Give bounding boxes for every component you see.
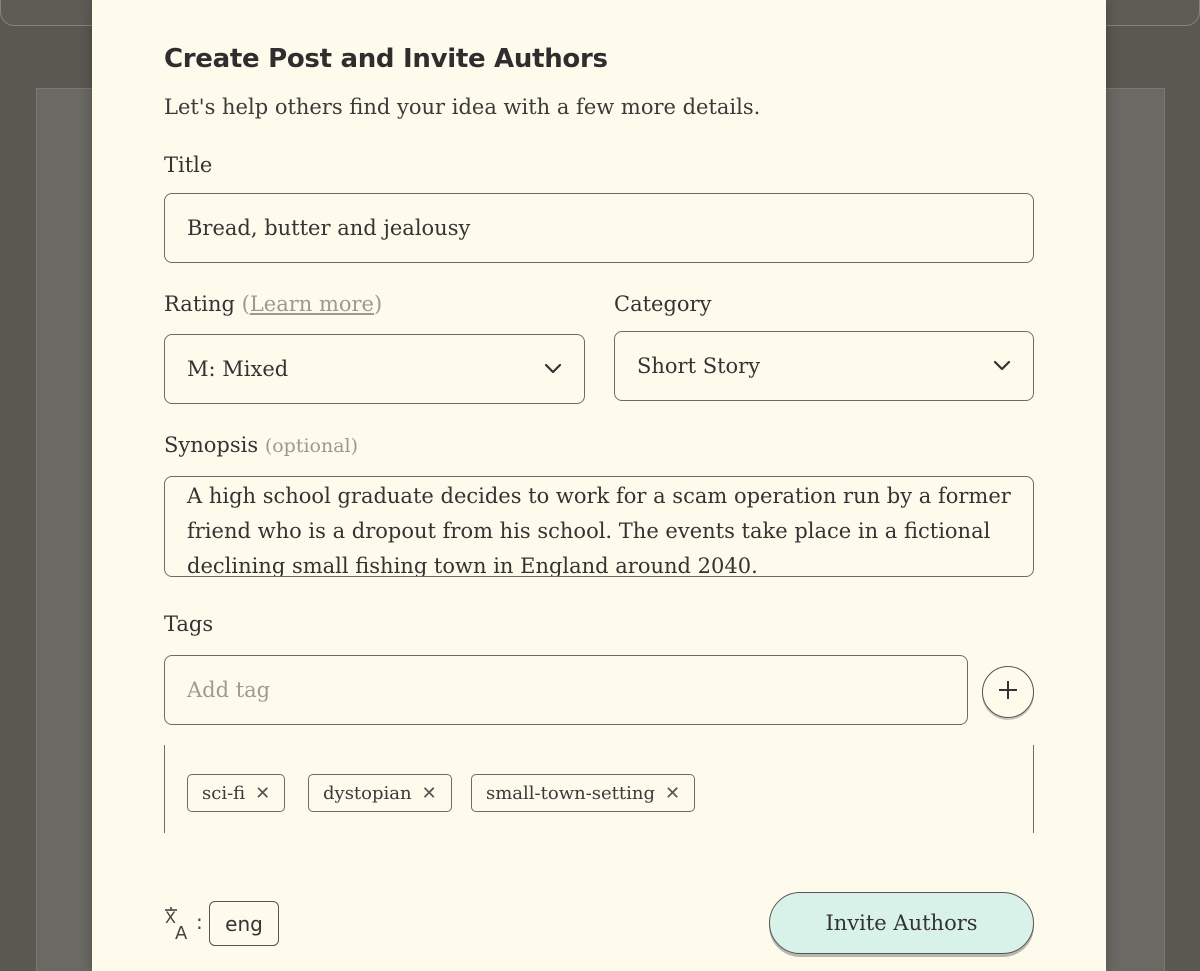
synopsis-label-text: Synopsis xyxy=(164,433,259,457)
rating-learn-more-close: ) xyxy=(373,292,383,316)
svg-text:A: A xyxy=(175,923,188,941)
category-label: Category xyxy=(614,292,712,316)
rating-label-text: Rating xyxy=(164,292,235,316)
chevron-down-icon xyxy=(993,360,1011,372)
synopsis-textarea[interactable]: A high school graduate decides to work f… xyxy=(164,476,1034,577)
language-selector[interactable]: eng xyxy=(209,901,279,946)
rating-value: M: Mixed xyxy=(187,357,289,381)
tag-chip-label: sci-fi xyxy=(202,782,246,804)
close-icon[interactable]: ✕ xyxy=(255,783,270,804)
title-label: Title xyxy=(164,153,213,177)
add-tag-button[interactable] xyxy=(982,666,1034,718)
tag-chip-label: dystopian xyxy=(323,782,412,804)
create-post-modal: Create Post and Invite Authors Let's hel… xyxy=(92,0,1106,971)
tag-input[interactable] xyxy=(165,656,967,724)
invite-authors-button[interactable]: Invite Authors xyxy=(769,892,1034,954)
tag-chip: dystopian ✕ xyxy=(308,774,452,812)
title-input[interactable] xyxy=(165,194,1033,262)
tag-list: sci-fi ✕ dystopian ✕ small-town-setting … xyxy=(164,745,1034,833)
learn-more-link[interactable]: Learn more xyxy=(250,292,374,316)
chevron-down-icon xyxy=(544,363,562,375)
category-value: Short Story xyxy=(637,354,761,378)
synopsis-label: Synopsis (optional) xyxy=(164,433,358,457)
modal-subheading: Let's help others find your idea with a … xyxy=(164,95,761,119)
rating-select[interactable]: M: Mixed xyxy=(164,334,585,404)
tags-label: Tags xyxy=(164,612,214,636)
language-separator: : xyxy=(196,910,203,934)
synopsis-optional: (optional) xyxy=(264,435,359,457)
close-icon[interactable]: ✕ xyxy=(422,783,437,804)
rating-label: Rating (Learn more) xyxy=(164,292,382,316)
rating-learn-more-open: ( xyxy=(241,292,250,316)
modal-heading: Create Post and Invite Authors xyxy=(164,44,608,74)
translate-icon: X A xyxy=(164,905,196,944)
category-select[interactable]: Short Story xyxy=(614,331,1034,401)
tag-chip: sci-fi ✕ xyxy=(187,774,286,812)
tag-chip: small-town-setting ✕ xyxy=(471,774,696,812)
tag-chip-label: small-town-setting xyxy=(486,782,656,804)
tag-field[interactable] xyxy=(164,655,968,725)
plus-icon xyxy=(997,679,1019,705)
title-field[interactable] xyxy=(164,193,1034,263)
close-icon[interactable]: ✕ xyxy=(665,783,680,804)
